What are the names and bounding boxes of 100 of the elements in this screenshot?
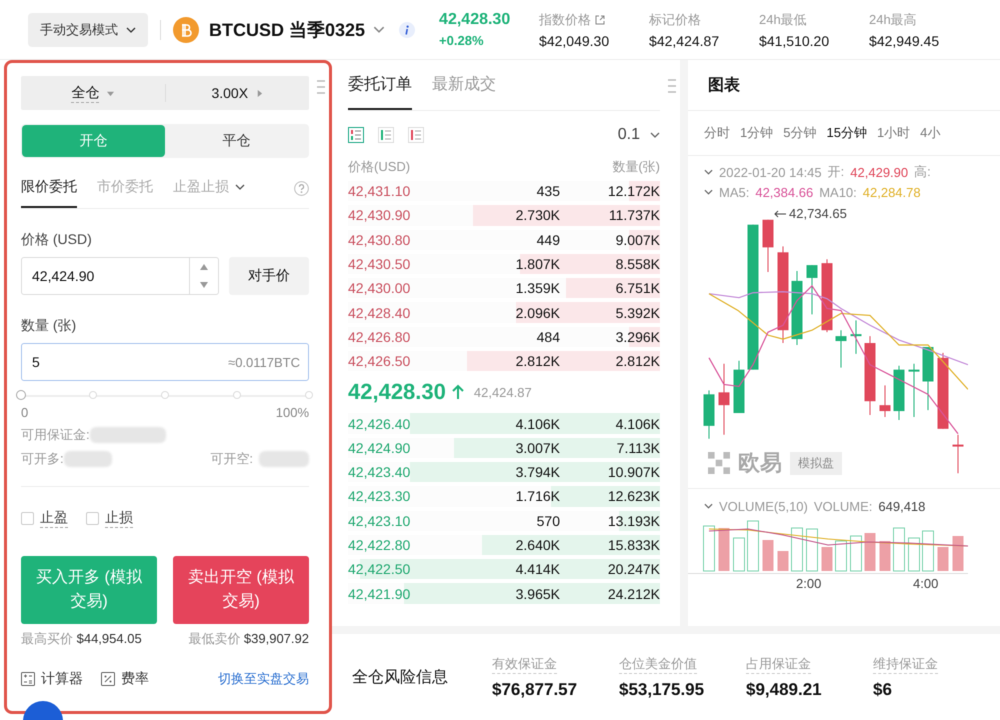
price-label: 价格 (USD) (21, 231, 93, 249)
caret-icon (650, 132, 660, 138)
bid-total: 12.623K (606, 488, 660, 504)
checkbox-label: 止损 (105, 509, 133, 528)
interval-tab[interactable]: 15分钟 (826, 124, 867, 142)
menu-icon[interactable] (317, 79, 325, 95)
bid-total: 24.212K (606, 586, 660, 602)
info-icon[interactable] (399, 22, 416, 38)
leverage-button[interactable]: 3.00X (166, 85, 309, 101)
risk-title: 全仓风险信息 (352, 668, 449, 688)
sell-button[interactable]: 卖出开空 (模拟交易) (173, 556, 309, 624)
ask-size: 1.359K (514, 280, 560, 296)
bid-size: 3.794K (514, 464, 560, 480)
available-margin-label: 可用保证金: (21, 426, 90, 444)
caret-icon (256, 90, 264, 96)
switch-to-live-link[interactable]: 切换至实盘交易 (218, 670, 309, 688)
ma-value: 42,284.78 (862, 184, 921, 200)
slider-stop[interactable] (161, 391, 169, 399)
volume-bar (822, 547, 832, 571)
stat-value: $41,510.20 (759, 32, 830, 48)
ask-size: 2.812K (514, 353, 560, 370)
ask-total: 11.737K (608, 207, 660, 224)
candlestick (894, 365, 904, 420)
stat-label: 24h最高 (869, 10, 917, 28)
bid-price: 42,426.40 (348, 416, 412, 432)
ma-label: MA5: (719, 184, 750, 200)
ask-total: 2.812K (614, 353, 660, 370)
checkbox[interactable] (21, 512, 34, 525)
tool-link[interactable]: 计算器 (21, 670, 83, 688)
volume-bar (880, 541, 890, 571)
ask-price: 42,431.10 (348, 183, 412, 200)
risk-label: 占用保证金 (746, 654, 811, 674)
stat-value: $42,949.45 (869, 32, 940, 48)
collapse-icon[interactable] (704, 503, 713, 509)
ma-value: 42,384.66 (755, 184, 814, 200)
logo-icon (708, 452, 730, 474)
slider-handle[interactable] (16, 390, 26, 400)
order-type-tab[interactable]: 限价委托 (21, 168, 77, 208)
slider-stop[interactable] (305, 391, 313, 399)
volume-bar (747, 520, 759, 572)
tool-link[interactable]: 费率 (101, 670, 149, 688)
blurred-value (259, 451, 309, 467)
external-link-icon[interactable] (595, 14, 606, 24)
bitcoin-icon (173, 16, 199, 42)
collapse-icon[interactable] (704, 169, 713, 175)
stat-label: 指数价格 (539, 10, 592, 28)
stat-label: 标记价格 (649, 10, 702, 28)
margin-mode-dropdown[interactable]: 全仓 (21, 84, 164, 102)
left-arrow-icon (774, 210, 786, 218)
asks-view-icon[interactable] (408, 127, 424, 143)
slider-stop[interactable] (233, 391, 241, 399)
risk-label: 仓位美金价值 (619, 654, 697, 674)
increment-icon[interactable] (200, 264, 208, 270)
interval-tab[interactable]: 1分钟 (740, 124, 774, 142)
mark-price: 42,424.87 (474, 384, 532, 400)
ma-label: MA10: (819, 184, 857, 200)
ask-total: 3.296K (614, 328, 660, 345)
both-sides-view-icon[interactable] (348, 127, 364, 143)
candlestick (762, 219, 774, 273)
checkbox[interactable] (86, 512, 99, 525)
slider-stop[interactable] (89, 391, 97, 399)
caret-icon (373, 26, 386, 33)
ask-size: 2.096K (514, 304, 560, 321)
interval-tab[interactable]: 分时 (704, 124, 730, 142)
volume-label: VOLUME(5,10) (719, 498, 808, 514)
bid-price: 42,421.90 (348, 586, 412, 602)
decrement-icon[interactable] (200, 282, 208, 288)
mode-dropdown[interactable]: 手动交易模式 (28, 12, 148, 46)
bid-total: 7.113K (616, 440, 660, 456)
bid-price: 42,423.40 (348, 464, 412, 480)
interval-tab[interactable]: 5分钟 (783, 124, 816, 142)
candlestick (704, 390, 714, 440)
max-buy-price: 最高买价 $44,954.05 (21, 630, 142, 648)
ask-price: 42,430.80 (348, 232, 412, 248)
amount-input[interactable]: 5 ≈0.0117BTC (21, 343, 309, 381)
collapse-icon[interactable] (704, 189, 713, 195)
candlestick (880, 384, 890, 418)
stat-label: 24h最低 (759, 10, 807, 28)
candlestick (836, 330, 846, 368)
risk-label: 有效保证金 (492, 654, 557, 674)
price-input[interactable]: 42,424.90 (21, 257, 219, 295)
bids-view-icon[interactable] (378, 127, 394, 143)
interval-tab[interactable]: 4小 (920, 124, 940, 142)
counter-price-button[interactable]: 对手价 (229, 257, 309, 295)
ask-size: 449 (536, 232, 560, 248)
order-book-tab[interactable]: 委托订单 (348, 60, 412, 110)
interval-tab[interactable]: 1小时 (876, 124, 910, 142)
help-icon[interactable] (294, 180, 309, 196)
menu-icon[interactable] (668, 78, 676, 94)
bid-size: 3.965K (514, 586, 560, 602)
volume-bar (908, 538, 920, 572)
symbol-dropdown[interactable]: BTCUSD 当季0325 (209, 18, 386, 42)
depth-dropdown[interactable]: 0.1 (618, 126, 660, 144)
open-label: 开: (828, 163, 844, 181)
bid-total: 15.833K (606, 537, 660, 553)
ask-total: 8.558K (614, 256, 660, 272)
side-tab[interactable]: 平仓 (165, 125, 308, 157)
ask-total: 9.007K (614, 232, 660, 248)
candlestick (922, 346, 934, 411)
volume-bar (718, 528, 730, 571)
